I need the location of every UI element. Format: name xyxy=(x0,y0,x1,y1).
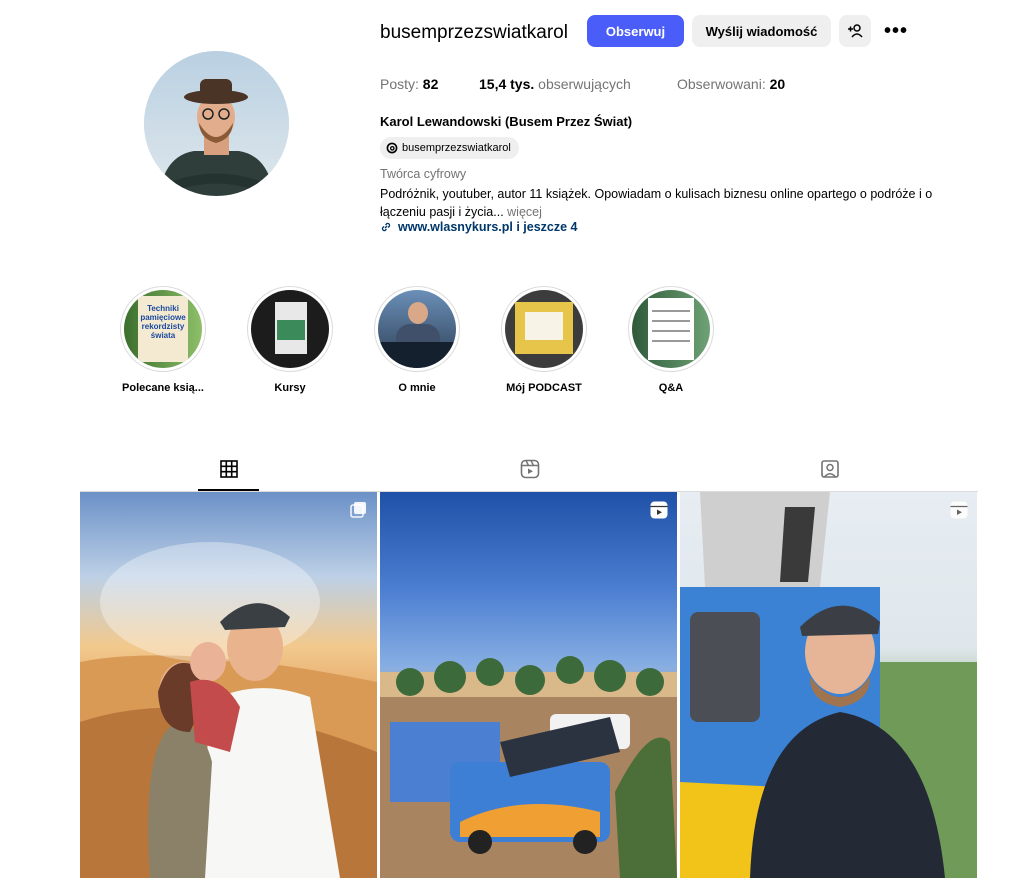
threads-badge[interactable]: busemprzezswiatkarol xyxy=(380,137,519,159)
profile-username: busemprzezswiatkarol xyxy=(380,22,568,43)
post-image-man-van xyxy=(680,492,977,878)
link-icon xyxy=(381,222,391,232)
reels-icon xyxy=(520,459,540,479)
post-image-van-camp xyxy=(380,656,677,878)
reel-badge-icon xyxy=(650,501,668,519)
followers-value: 15,4 tys. xyxy=(479,76,535,92)
follow-button[interactable]: Obserwuj xyxy=(587,15,684,47)
followers-count[interactable]: 15,4 tys. obserwujących xyxy=(479,76,631,92)
highlight-label: O mnie xyxy=(398,382,436,394)
message-button[interactable]: Wyślij wiadomość xyxy=(692,15,831,47)
profile-category: Twórca cyfrowy xyxy=(380,167,467,181)
bio-more-link[interactable]: więcej xyxy=(507,205,542,219)
more-options-icon[interactable]: ••• xyxy=(880,15,912,47)
post-tile-3[interactable] xyxy=(680,492,977,878)
highlight-kursy[interactable]: Kursy xyxy=(247,286,333,394)
post-image-desert-selfie xyxy=(80,542,377,878)
tab-tagged[interactable] xyxy=(819,458,841,480)
profile-avatar[interactable] xyxy=(144,51,289,196)
book-cover: Techniki pamięciowe rekordzisty świata xyxy=(138,296,188,362)
following-label: Obserwowani: xyxy=(677,76,766,92)
qa-line xyxy=(652,330,690,332)
highlight-o-mnie[interactable]: O mnie xyxy=(374,286,460,394)
bio-text: Podróżnik, youtuber, autor 11 książek. O… xyxy=(380,187,933,219)
qa-card xyxy=(648,298,694,360)
highlight-label: Polecane ksią... xyxy=(122,382,204,394)
threads-handle: busemprzezswiatkarol xyxy=(402,142,511,154)
suggest-accounts-button[interactable] xyxy=(839,15,871,47)
add-user-icon xyxy=(848,24,863,38)
highlight-qa[interactable]: Q&A xyxy=(628,286,714,394)
profile-link-text: www.wlasnykurs.pl i jeszcze 4 xyxy=(398,220,578,234)
profile-full-name: Karol Lewandowski (Busem Przez Świat) xyxy=(380,114,633,129)
posts-count: Posty: 82 xyxy=(380,76,438,92)
highlight-label: Mój PODCAST xyxy=(506,382,582,394)
profile-link[interactable]: www.wlasnykurs.pl i jeszcze 4 xyxy=(380,220,577,234)
tab-reels[interactable] xyxy=(519,458,541,480)
grid-icon xyxy=(220,460,238,478)
posts-label: Posty: xyxy=(380,76,419,92)
tab-posts[interactable] xyxy=(218,458,240,480)
qa-line xyxy=(652,340,690,342)
following-count[interactable]: Obserwowani: 20 xyxy=(677,76,785,92)
highlight-podcast[interactable]: Mój PODCAST xyxy=(501,286,587,394)
post-tile-2[interactable] xyxy=(380,492,677,878)
posts-value: 82 xyxy=(422,76,439,92)
carousel-icon xyxy=(350,502,366,518)
profile-bio: Podróżnik, youtuber, autor 11 książek. O… xyxy=(380,185,980,221)
qa-line xyxy=(652,320,690,322)
post-tile-1[interactable] xyxy=(80,492,377,878)
highlight-label: Kursy xyxy=(274,382,306,394)
desk xyxy=(378,342,456,368)
followers-label: obserwujących xyxy=(538,76,631,92)
person-head xyxy=(408,302,428,324)
highlight-label: Q&A xyxy=(658,382,684,394)
highlight-polecane[interactable]: Techniki pamięciowe rekordzisty świata P… xyxy=(120,286,206,394)
podcast-cover-center xyxy=(525,312,563,340)
following-value: 20 xyxy=(769,76,786,92)
tab-active-indicator xyxy=(198,489,259,491)
tagged-icon xyxy=(821,460,839,478)
course-box-stripe xyxy=(277,320,305,340)
threads-icon xyxy=(386,142,398,154)
qa-line xyxy=(652,310,690,312)
reel-badge-icon xyxy=(950,501,968,519)
